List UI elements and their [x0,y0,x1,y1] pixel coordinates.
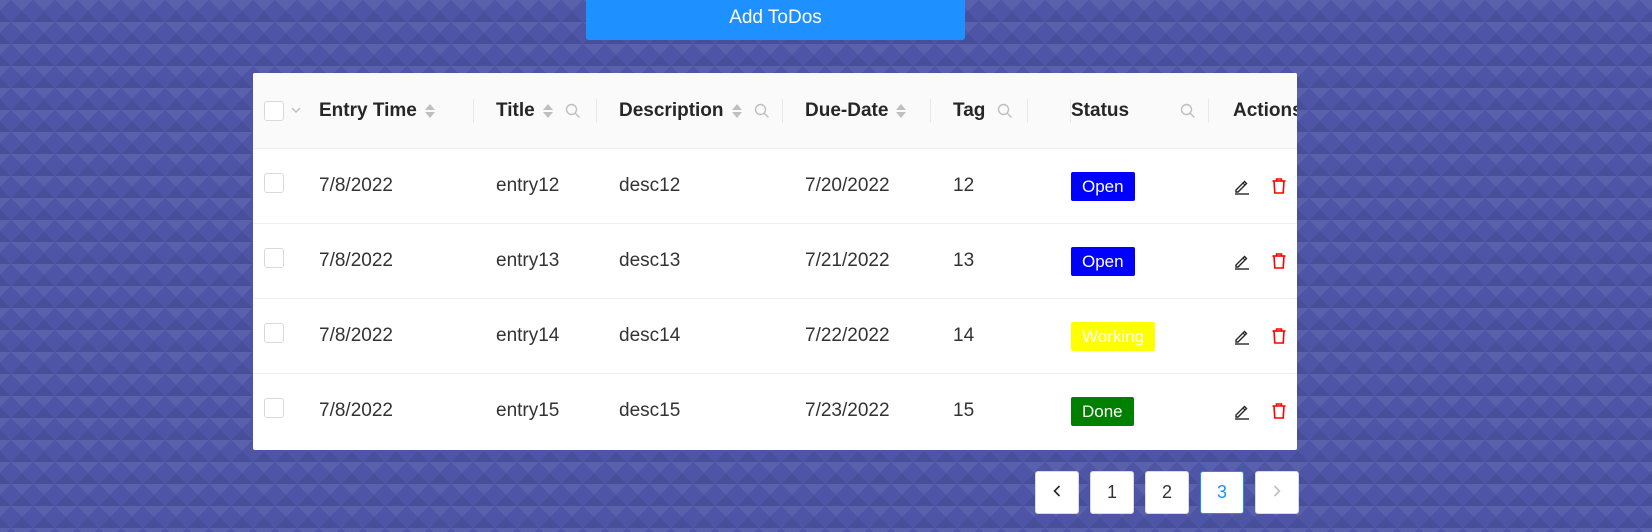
status-badge: Open [1071,171,1135,201]
cell-due-date: 7/21/2022 [805,250,890,271]
cell-due-date: 7/22/2022 [805,325,890,346]
cell-tag: 14 [953,325,975,346]
cell-entry-time: 7/8/2022 [319,325,393,346]
todos-table: Entry Time Title Description Due-Date Ta… [253,73,1297,450]
row-checkbox[interactable] [264,173,284,193]
column-header-title[interactable]: Title [474,73,597,149]
add-todos-button[interactable]: Add ToDos [586,0,965,40]
cell-entry-time: 7/8/2022 [319,250,393,271]
table-row[interactable]: 7/8/2022 entry15 desc15 7/23/2022 15 Don… [253,374,1297,449]
page-button-3[interactable]: 3 [1200,471,1244,514]
select-all-checkbox[interactable] [264,100,284,121]
column-header-entry-time[interactable]: Entry Time [319,73,474,149]
column-label-entry-time: Entry Time [319,99,417,121]
cell-title: entry15 [496,400,560,422]
column-label-title: Title [496,99,535,121]
search-icon[interactable] [1180,103,1196,119]
sort-icon[interactable] [896,103,907,118]
status-badge: Done [1071,396,1134,426]
cell-description: desc12 [619,175,681,196]
chevron-down-icon[interactable] [290,100,302,122]
edit-icon[interactable] [1233,327,1251,345]
cell-description: desc13 [619,250,681,271]
edit-icon[interactable] [1233,177,1251,195]
cell-tag: 12 [953,175,975,196]
select-all-header [253,73,319,149]
chevron-left-icon [1050,482,1064,503]
search-icon[interactable] [565,103,581,119]
column-header-description[interactable]: Description [597,73,783,149]
cell-due-date: 7/20/2022 [805,175,890,196]
cell-description: desc14 [619,325,681,346]
trash-icon[interactable] [1270,402,1288,420]
table-header-row: Entry Time Title Description Due-Date Ta… [253,73,1297,149]
cell-title: entry12 [496,175,560,196]
sort-icon[interactable] [731,103,742,118]
edit-icon[interactable] [1233,252,1251,270]
trash-icon[interactable] [1270,177,1288,195]
column-header-actions: Actions [1209,73,1297,149]
row-checkbox[interactable] [264,323,284,343]
column-label-description: Description [619,99,724,121]
cell-tag: 13 [953,250,975,271]
edit-icon[interactable] [1233,402,1251,420]
next-page-button[interactable] [1255,471,1299,514]
table-row[interactable]: 7/8/2022 entry14 desc14 7/22/2022 14 Wor… [253,299,1297,374]
cell-title: entry14 [496,325,560,346]
cell-entry-time: 7/8/2022 [319,400,393,422]
column-header-status[interactable]: Status [1071,73,1209,149]
pagination: 1 2 3 [1035,471,1299,514]
page-button-2[interactable]: 2 [1145,471,1189,514]
column-label-status: Status [1071,99,1130,121]
cell-due-date: 7/23/2022 [805,400,890,422]
row-checkbox[interactable] [264,248,284,268]
column-label-due-date: Due-Date [805,99,889,121]
cell-tag: 15 [953,400,975,422]
sort-icon[interactable] [424,103,435,118]
trash-icon[interactable] [1270,252,1288,270]
trash-icon[interactable] [1270,327,1288,345]
column-label-actions: Actions [1233,99,1297,121]
status-badge: Open [1071,246,1135,276]
row-checkbox[interactable] [264,398,284,419]
column-header-due-date[interactable]: Due-Date [783,73,931,149]
cell-description: desc15 [619,400,681,422]
prev-page-button[interactable] [1035,471,1079,514]
column-header-spacer [1028,73,1071,149]
cell-entry-time: 7/8/2022 [319,175,393,196]
chevron-right-icon [1270,482,1284,503]
column-label-tag: Tag [953,99,986,121]
cell-title: entry13 [496,250,560,271]
column-header-tag[interactable]: Tag [931,73,1028,149]
sort-icon[interactable] [542,103,553,118]
search-icon[interactable] [997,103,1013,119]
status-badge: Working [1071,321,1156,351]
search-icon[interactable] [754,103,770,119]
page-button-1[interactable]: 1 [1090,471,1134,514]
table-row[interactable]: 7/8/2022 entry13 desc13 7/21/2022 13 Ope… [253,224,1297,299]
table-row[interactable]: 7/8/2022 entry12 desc12 7/20/2022 12 Ope… [253,149,1297,224]
